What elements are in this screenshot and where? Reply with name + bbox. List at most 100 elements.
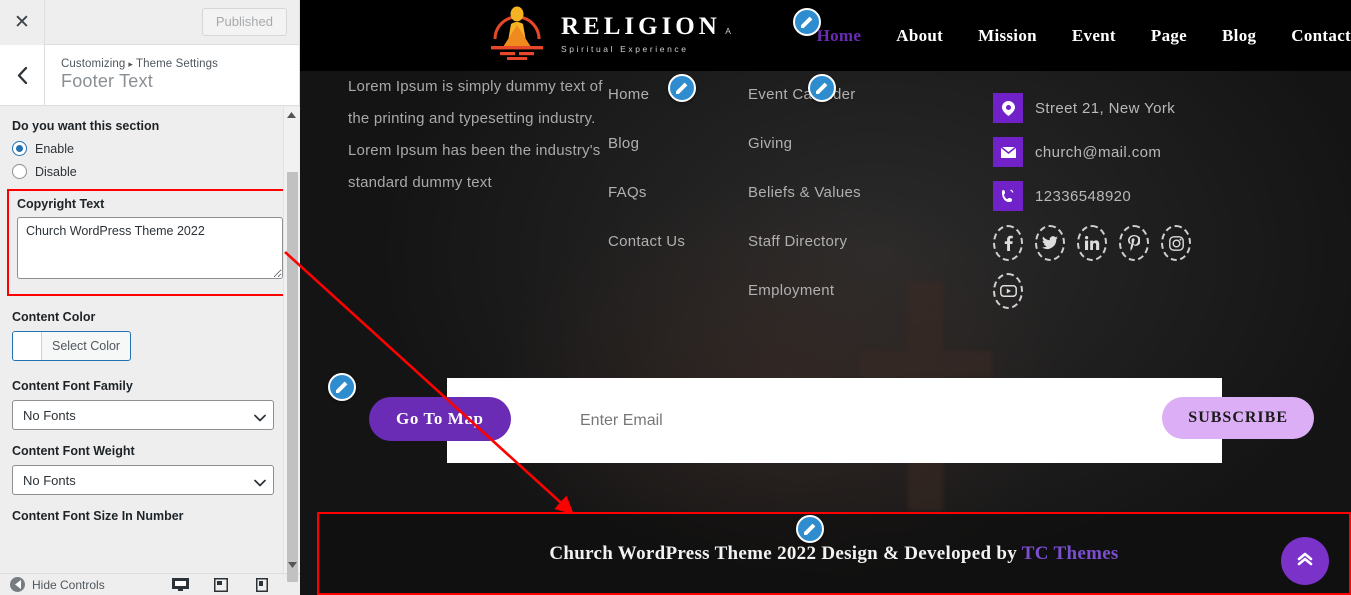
hide-controls-button[interactable]: Hide Controls [10,577,105,592]
breadcrumb-parent[interactable]: Theme Settings [136,58,218,70]
footer-link-giving[interactable]: Giving [748,135,953,152]
footer-link-event-calender[interactable]: Event Calender [748,86,953,103]
scroll-up-arrow-icon[interactable] [284,107,299,123]
pencil-icon [801,16,813,28]
footer-menu-column-1: Home Blog FAQs Contact Us [608,71,748,331]
footer-copyright-bar: Church WordPress Theme 2022 Design & Dev… [317,512,1351,595]
radio-disable-label: Disable [35,164,77,179]
nav-item-page[interactable]: Page [1151,26,1187,46]
breadcrumb-root[interactable]: Customizing [61,58,125,70]
newsletter-subscribe-bar: Go To Map SUBSCRIBE [369,378,1314,463]
edit-pin-copyright[interactable] [796,515,824,543]
page-title: Footer Text [61,71,153,91]
primary-navigation: Home About Mission Event Page Blog Conta… [817,26,1351,46]
brand-name: RELIGION [561,13,721,40]
publish-button[interactable]: Published [201,8,287,36]
pencil-icon [804,523,816,535]
nav-item-mission[interactable]: Mission [978,26,1037,46]
tc-themes-link[interactable]: TC Themes [1022,543,1119,564]
screen-root: RELIGION A Spiritual Experience Home Abo… [0,0,1351,595]
location-pin-icon [993,93,1023,123]
footer-columns: Lorem Ipsum is simply dummy text of the … [300,71,1351,331]
pinterest-icon[interactable] [1119,225,1149,261]
edit-pin-subscribe[interactable] [328,373,356,401]
envelope-icon [993,137,1023,167]
collapse-arrow-icon [10,577,25,592]
contact-address-row: Street 21, New York [993,93,1313,123]
edit-pin-menu-widget[interactable] [808,74,836,102]
copyright-text-main: Church WordPress Theme 2022 Design & Dev… [549,542,1022,564]
site-brand[interactable]: RELIGION A Spiritual Experience [485,5,769,66]
nav-item-event[interactable]: Event [1072,26,1116,46]
customizer-footer-bar: Hide Controls [0,573,300,595]
footer-link-staff-directory[interactable]: Staff Directory [748,233,953,250]
footer-link-beliefs-values[interactable]: Beliefs & Values [748,184,953,201]
chevron-down-icon [254,475,266,487]
mobile-preview-icon[interactable] [255,577,272,592]
tablet-preview-icon[interactable] [213,577,230,592]
contact-address-text: Street 21, New York [1035,99,1176,117]
pencil-icon [676,82,688,94]
double-chevron-up-icon [1295,550,1315,573]
customizer-scrollbar[interactable] [283,107,300,582]
footer-menu-column-2: Event Calender Giving Beliefs & Values S… [748,71,953,331]
linkedin-icon[interactable] [1077,225,1107,261]
footer-contact-column: Street 21, New York church@mail.com 1233… [953,71,1313,331]
praying-figure-logo-icon [485,5,549,66]
device-preview-switcher [172,577,290,592]
wp-customizer-panel: ✕ Published Customizing ▸ Theme Settings F… [0,0,300,595]
email-input[interactable] [580,411,1060,430]
content-font-weight-value: No Fonts [23,472,76,488]
pencil-icon [336,381,348,393]
subscribe-button[interactable]: SUBSCRIBE [1162,397,1314,439]
section-toggle-label: Do you want this section [12,119,160,133]
edit-pin-nav[interactable] [793,8,821,36]
scrollbar-thumb[interactable] [287,172,298,582]
radio-option-disable[interactable]: Disable [12,164,288,179]
footer-link-contact-us[interactable]: Contact Us [608,233,748,250]
chevron-left-icon[interactable] [0,45,45,105]
select-color-button[interactable]: Select Color [12,331,132,361]
nav-item-home[interactable]: Home [817,26,862,46]
nav-item-blog[interactable]: Blog [1222,26,1256,46]
customizer-section-header: Customizing ▸ Theme Settings Footer Text [0,45,299,106]
content-color-label: Content Color [12,310,96,324]
nav-item-about[interactable]: About [896,26,943,46]
edit-pin-about-widget[interactable] [668,74,696,102]
content-color-group: Content Color Select Color [12,310,288,365]
radio-disable-input[interactable] [12,164,27,179]
contact-email-row: church@mail.com [993,137,1313,167]
content-font-weight-group: Content Font Weight No Fonts [12,444,288,495]
footer-link-employment[interactable]: Employment [748,282,953,299]
content-font-weight-select[interactable]: No Fonts [12,465,274,495]
breadcrumb: Customizing ▸ Theme Settings [61,58,218,70]
content-font-size-group: Content Font Size In Number [12,509,288,523]
scroll-to-top-button[interactable] [1281,537,1329,585]
close-icon[interactable]: ✕ [0,0,45,45]
nav-item-contact[interactable]: Contact [1291,26,1351,46]
footer-link-blog[interactable]: Blog [608,135,748,152]
hide-controls-label: Hide Controls [32,577,105,592]
youtube-icon[interactable] [993,273,1023,309]
radio-enable-label: Enable [35,141,74,156]
radio-enable-input[interactable] [12,141,27,156]
contact-phone-text: 12336548920 [1035,187,1132,205]
site-header: RELIGION A Spiritual Experience Home Abo… [300,0,1351,71]
content-font-weight-label: Content Font Weight [12,444,135,458]
customizer-controls: Do you want this section Enable Disable … [0,107,300,573]
desktop-preview-icon[interactable] [172,577,189,592]
content-font-family-value: No Fonts [23,407,76,423]
copyright-text-highlight-box: Copyright Text [7,189,293,296]
go-to-map-button[interactable]: Go To Map [369,397,511,441]
footer-link-faqs[interactable]: FAQs [608,184,748,201]
content-font-family-select[interactable]: No Fonts [12,400,274,430]
chevron-down-icon [254,410,266,422]
scroll-down-arrow-icon[interactable] [284,557,300,573]
footer-about-text: Lorem Ipsum is simply dummy text of the … [348,78,603,191]
instagram-icon[interactable] [1161,225,1191,261]
content-font-size-label: Content Font Size In Number [12,509,184,523]
twitter-icon[interactable] [1035,225,1065,261]
radio-option-enable[interactable]: Enable [12,141,288,156]
facebook-icon[interactable] [993,225,1023,261]
copyright-text-input[interactable] [17,217,283,279]
